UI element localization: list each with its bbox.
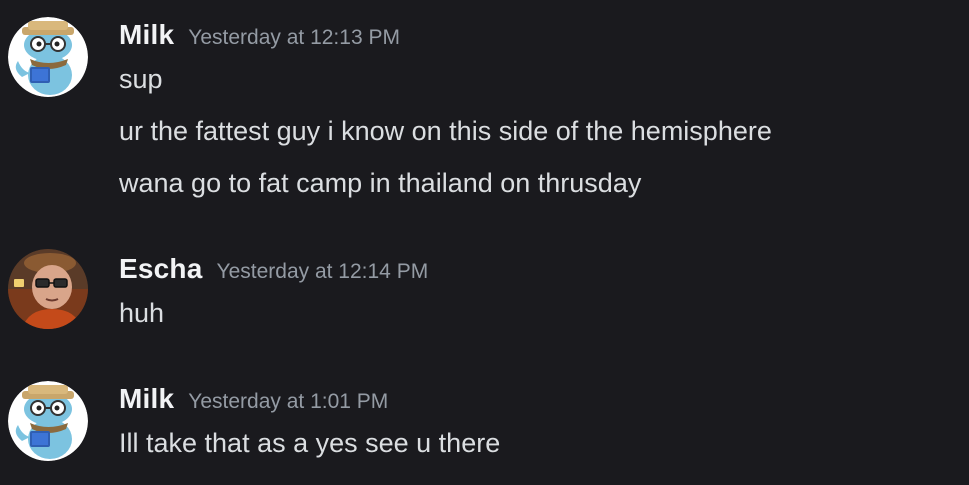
message-timestamp[interactable]: Yesterday at 12:14 PM (217, 260, 429, 283)
message-timestamp[interactable]: Yesterday at 1:01 PM (188, 390, 388, 413)
message-group: Milk Yesterday at 12:13 PM sup ur the fat… (0, 17, 969, 198)
message-group: Escha Yesterday at 12:14 PM huh (0, 249, 969, 331)
message-text: wana go to fat camp in thailand on thrus… (119, 168, 642, 198)
message-group: Milk Yesterday at 1:01 PM Ill take that a… (0, 381, 969, 471)
message-header: Escha Yesterday at 12:14 PM (119, 251, 428, 292)
message-text: ur the fattest guy i know on this side o… (119, 116, 772, 146)
message-text: sup (119, 64, 163, 94)
author-name[interactable]: Milk (119, 383, 174, 414)
message-header: Milk Yesterday at 12:13 PM (119, 17, 400, 58)
escha-avatar-icon[interactable] (8, 249, 88, 329)
milk-avatar-icon[interactable] (8, 381, 88, 461)
author-name[interactable]: Escha (119, 253, 203, 284)
message-text: Ill take that as a yes see u there (119, 428, 501, 458)
milk-avatar-icon[interactable] (8, 17, 88, 97)
message-header: Milk Yesterday at 1:01 PM (119, 381, 388, 422)
message-timestamp[interactable]: Yesterday at 12:13 PM (188, 26, 400, 49)
message-text: huh (119, 298, 165, 328)
author-name[interactable]: Milk (119, 19, 174, 50)
